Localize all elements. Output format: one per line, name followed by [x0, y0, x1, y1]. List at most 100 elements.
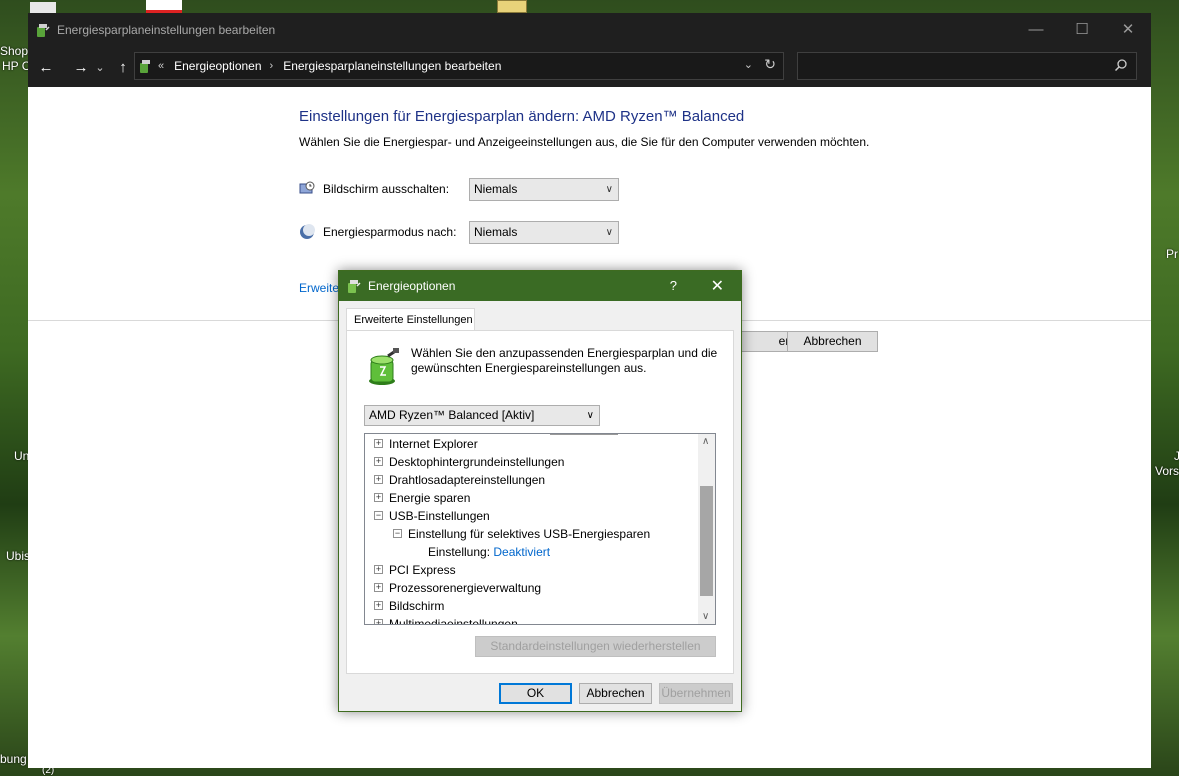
- refresh-icon[interactable]: ↻: [764, 56, 776, 73]
- display-off-select[interactable]: Niemals ∨: [469, 178, 619, 201]
- navigation-bar: ← → ⌄ ↑ « Energieoptionen › Energiesparp…: [28, 47, 1151, 87]
- battery-plug-icon: [369, 348, 399, 385]
- recent-locations-button[interactable]: ⌄: [93, 61, 107, 74]
- sleep-row: Energiesparmodus nach:: [299, 224, 469, 240]
- monitor-clock-icon: [299, 181, 315, 194]
- setting-value-link[interactable]: Deaktiviert: [493, 545, 550, 559]
- desktop-label-vorst[interactable]: Vorst: [1155, 464, 1179, 478]
- collapse-icon[interactable]: −: [374, 511, 383, 521]
- power-plan-icon: [37, 24, 50, 37]
- tree-item-display[interactable]: + Bildschirm: [374, 597, 444, 615]
- minimize-button[interactable]: —: [1013, 13, 1059, 45]
- desktop-label-ubis[interactable]: Ubis: [6, 549, 30, 563]
- expand-icon[interactable]: +: [374, 583, 383, 593]
- tree-item-usb-settings[interactable]: − USB-Einstellungen: [374, 507, 490, 525]
- breadcrumb-energieoptionen[interactable]: Energieoptionen: [174, 59, 261, 73]
- help-button[interactable]: ?: [670, 278, 677, 293]
- plan-select[interactable]: AMD Ryzen™ Balanced [Aktiv] ∨: [364, 405, 600, 426]
- scrollbar-thumb[interactable]: [700, 486, 713, 596]
- page-title: Einstellungen für Energiesparplan ändern…: [299, 108, 745, 125]
- tree-item-label: Bildschirm: [389, 599, 445, 613]
- dialog-description: Wählen Sie den anzupassenden Energiespar…: [411, 346, 718, 375]
- expand-icon[interactable]: +: [374, 439, 383, 449]
- desktop-label-pr[interactable]: Pr: [1166, 247, 1178, 261]
- back-button[interactable]: ←: [34, 59, 58, 76]
- tree-item-label: Energie sparen: [389, 491, 471, 505]
- expand-icon[interactable]: +: [374, 457, 383, 467]
- maximize-button[interactable]: ☐: [1059, 13, 1105, 45]
- sleep-value: Niemals: [474, 225, 518, 239]
- tree-item-sleep[interactable]: + Energie sparen: [374, 489, 470, 507]
- close-dialog-button[interactable]: ✕: [711, 276, 724, 296]
- expand-icon[interactable]: +: [374, 565, 383, 575]
- power-plan-icon: [348, 280, 361, 293]
- tree-item-wireless-adapter[interactable]: + Drahtlosadaptereinstellungen: [374, 471, 545, 489]
- close-window-button[interactable]: ✕: [1105, 13, 1151, 45]
- tree-item-label: Drahtlosadaptereinstellungen: [389, 473, 546, 487]
- desktop-document-icon[interactable]: [146, 0, 182, 13]
- address-bar[interactable]: « Energieoptionen › Energiesparplaneinst…: [134, 52, 784, 80]
- desktop-label-hp[interactable]: HP C: [2, 59, 30, 73]
- settings-tree[interactable]: + Internet Explorer + Desktophintergrundei…: [364, 433, 716, 625]
- expand-icon[interactable]: +: [374, 619, 383, 624]
- desktop-label-bung[interactable]: bung: [0, 752, 27, 766]
- address-dropdown-icon[interactable]: ⌄: [744, 58, 753, 71]
- tree-item-multimedia[interactable]: + Multimediaeinstellungen: [374, 615, 518, 625]
- tree-item-label: Prozessorenergieverwaltung: [389, 581, 542, 595]
- tree-item-pci-express[interactable]: + PCI Express: [374, 561, 456, 579]
- forward-button[interactable]: →: [69, 59, 93, 76]
- overflow-chevron-icon[interactable]: «: [158, 60, 164, 72]
- display-off-label: Bildschirm ausschalten:: [323, 182, 450, 196]
- tree-item-label: Einstellung für selektives USB-Energiesp…: [408, 527, 651, 541]
- tab-advanced-settings[interactable]: Erweiterte Einstellungen: [346, 308, 475, 331]
- search-input[interactable]: [797, 52, 1137, 80]
- tree-item-label: USB-Einstellungen: [389, 509, 490, 523]
- ok-button[interactable]: OK: [499, 683, 572, 704]
- dialog-title: Energieoptionen: [368, 279, 456, 293]
- tree-item-label: Internet Explorer: [389, 437, 478, 451]
- expand-icon[interactable]: +: [374, 475, 383, 485]
- tree-item-label: Desktophintergrundeinstellungen: [389, 455, 565, 469]
- tree-item-setting-value[interactable]: Einstellung: Deaktiviert: [428, 543, 550, 561]
- desktop-label-j[interactable]: J: [1174, 449, 1179, 463]
- restore-defaults-button[interactable]: Standardeinstellungen wiederherstellen: [475, 636, 716, 657]
- desktop-label-shop[interactable]: Shop: [0, 44, 28, 58]
- breadcrumb-separator-icon[interactable]: ›: [270, 60, 274, 72]
- chevron-down-icon: ∨: [586, 410, 594, 421]
- display-off-row: Bildschirm ausschalten:: [299, 181, 469, 197]
- advanced-settings-link[interactable]: Erweite: [299, 281, 339, 295]
- tree-partial-row: [550, 434, 618, 435]
- expand-icon[interactable]: +: [374, 493, 383, 503]
- tree-item-desktop-background[interactable]: + Desktophintergrundeinstellungen: [374, 453, 564, 471]
- power-plan-icon: [140, 60, 150, 73]
- apply-button[interactable]: Übernehmen: [659, 683, 733, 704]
- display-off-value: Niemals: [474, 182, 518, 196]
- plan-select-value: AMD Ryzen™ Balanced [Aktiv]: [369, 408, 535, 422]
- desktop-shortcut-icon[interactable]: [30, 2, 56, 13]
- window-titlebar[interactable]: Energiesparplaneinstellungen bearbeiten …: [28, 13, 1151, 47]
- cancel-button[interactable]: Abbrechen: [787, 331, 878, 352]
- collapse-icon[interactable]: −: [393, 529, 402, 539]
- sleep-label: Energiesparmodus nach:: [323, 225, 457, 239]
- window-title: Energiesparplaneinstellungen bearbeiten: [57, 23, 276, 37]
- chevron-down-icon: ∨: [605, 184, 613, 195]
- advanced-settings-panel: Wählen Sie den anzupassenden Energiespar…: [346, 330, 734, 674]
- tree-item-label: Multimediaeinstellungen: [389, 617, 518, 625]
- scroll-up-icon[interactable]: ∧: [702, 436, 709, 447]
- dialog-titlebar[interactable]: Energieoptionen ? ✕: [339, 271, 741, 301]
- desktop-folder-icon[interactable]: [497, 0, 527, 13]
- search-icon: [1114, 59, 1127, 72]
- scroll-down-icon[interactable]: ∨: [702, 611, 709, 622]
- expand-icon[interactable]: +: [374, 601, 383, 611]
- tree-item-internet-explorer[interactable]: + Internet Explorer: [374, 435, 478, 453]
- up-button[interactable]: ↑: [111, 59, 135, 76]
- tree-item-usb-selective-suspend[interactable]: − Einstellung für selektives USB-Energies…: [393, 525, 650, 543]
- tree-item-label: PCI Express: [389, 563, 456, 577]
- sleep-select[interactable]: Niemals ∨: [469, 221, 619, 244]
- page-subtitle: Wählen Sie die Energiespar- und Anzeigee…: [299, 135, 870, 149]
- tree-scrollbar[interactable]: ∧ ∨: [698, 434, 715, 624]
- tree-item-processor[interactable]: + Prozessorenergieverwaltung: [374, 579, 541, 597]
- setting-label: Einstellung:: [428, 545, 491, 559]
- dialog-cancel-button[interactable]: Abbrechen: [579, 683, 652, 704]
- breadcrumb-current[interactable]: Energiesparplaneinstellungen bearbeiten: [283, 59, 501, 73]
